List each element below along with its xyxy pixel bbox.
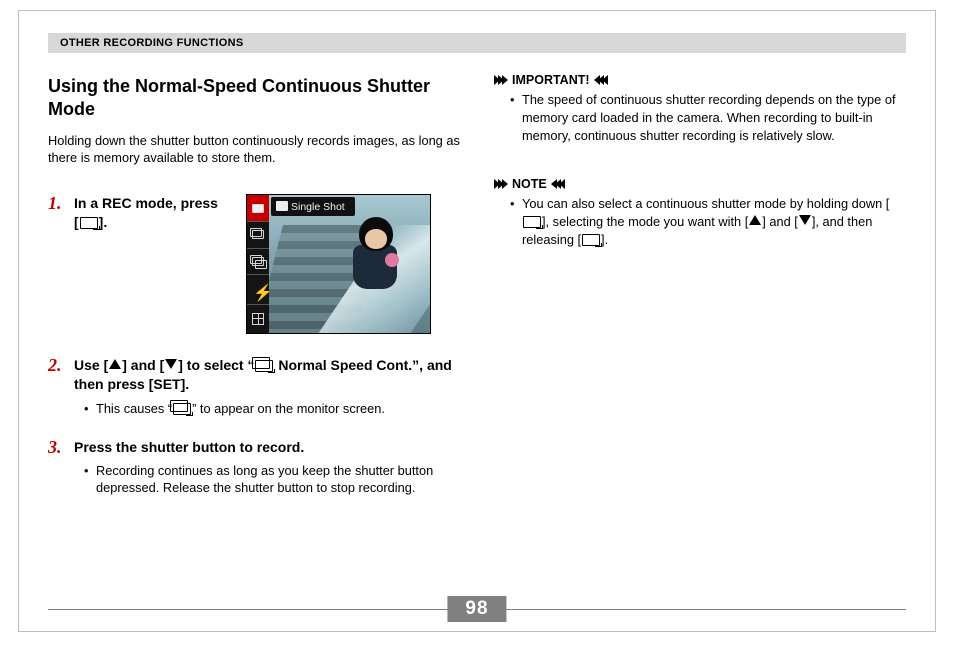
lcd-mode-sidebar: ⚡: [247, 195, 269, 333]
down-arrow-icon: [165, 359, 177, 369]
important-label: IMPORTANT!: [512, 73, 590, 87]
step-2-mid1: ] and [: [122, 357, 164, 373]
drive-mode-icon: [582, 234, 600, 246]
step-2-pre: Use [: [74, 357, 108, 373]
step-1-post: ].: [99, 214, 108, 230]
step-2-text: Use [] and [] to select “ Normal Speed C…: [74, 357, 452, 392]
arrows-right-icon: [494, 179, 506, 189]
note-bullet-pre: You can also select a continuous shutter…: [522, 196, 889, 211]
note-bullet-post: ].: [601, 232, 608, 247]
step-2-bullet-post: ” to appear on the monitor screen.: [192, 401, 385, 416]
note-bullet: You can also select a continuous shutter…: [494, 195, 906, 249]
step-2-number: 2.: [48, 356, 74, 417]
step-1-number: 1.: [48, 194, 74, 232]
up-arrow-icon: [109, 359, 121, 369]
note-bullet-mid2: ] and [: [762, 214, 798, 229]
lcd-mode-normal-cont: [247, 222, 269, 249]
intro-paragraph: Holding down the shutter button continuo…: [48, 132, 466, 167]
page-title: Using the Normal-Speed Continuous Shutte…: [48, 75, 466, 122]
step-3: 3. Press the shutter button to record. R…: [48, 438, 466, 497]
drive-mode-icon: [80, 217, 98, 229]
drive-mode-icon: [523, 216, 541, 228]
lcd-child-face: [365, 229, 387, 249]
arrows-right-icon: [494, 75, 506, 85]
step-1-row: 1. In a REC mode, press []. ⚡: [48, 194, 466, 334]
normal-cont-icon: [255, 360, 273, 372]
step-2: 2. Use [] and [] to select “ Normal Spee…: [48, 356, 466, 417]
arrows-left-icon: [596, 75, 608, 85]
note-bullet-mid1: ], selecting the mode you want with [: [542, 214, 748, 229]
up-arrow-icon: [749, 215, 761, 225]
step-3-number: 3.: [48, 438, 74, 497]
arrows-left-icon: [553, 179, 565, 189]
camera-lcd-image: ⚡ Single Shot: [246, 194, 431, 334]
step-1-text: In a REC mode, press [].: [74, 195, 218, 230]
lcd-mode-single-selected: [247, 195, 269, 222]
step-2-mid2: ] to select “: [178, 357, 254, 373]
note-heading: NOTE: [494, 177, 906, 191]
lcd-child-body: [353, 245, 397, 289]
step-1: 1. In a REC mode, press [].: [48, 194, 224, 232]
lcd-mode-multi: [247, 305, 269, 334]
step-3-text: Press the shutter button to record.: [74, 438, 466, 456]
page-number: 98: [447, 596, 506, 622]
section-header-text: OTHER RECORDING FUNCTIONS: [60, 37, 244, 49]
lcd-mode-flash-cont: ⚡: [247, 275, 269, 305]
lcd-mode-label: Single Shot: [271, 197, 355, 216]
section-header-bar: OTHER RECORDING FUNCTIONS: [48, 33, 906, 53]
important-bullet: The speed of continuous shutter recordin…: [494, 91, 906, 145]
note-label: NOTE: [512, 177, 547, 191]
down-arrow-icon: [799, 215, 811, 225]
right-column: IMPORTANT! The speed of continuous shutt…: [494, 73, 906, 280]
important-heading: IMPORTANT!: [494, 73, 906, 87]
step-2-bullet: This causes “ ” to appear on the monitor …: [74, 400, 466, 417]
step-2-bullet-pre: This causes “: [96, 401, 172, 416]
step-3-bullet: Recording continues as long as you keep …: [74, 462, 466, 497]
lcd-mode-high-cont: [247, 249, 269, 276]
left-column: Using the Normal-Speed Continuous Shutte…: [48, 75, 466, 502]
normal-cont-icon: [173, 403, 191, 415]
